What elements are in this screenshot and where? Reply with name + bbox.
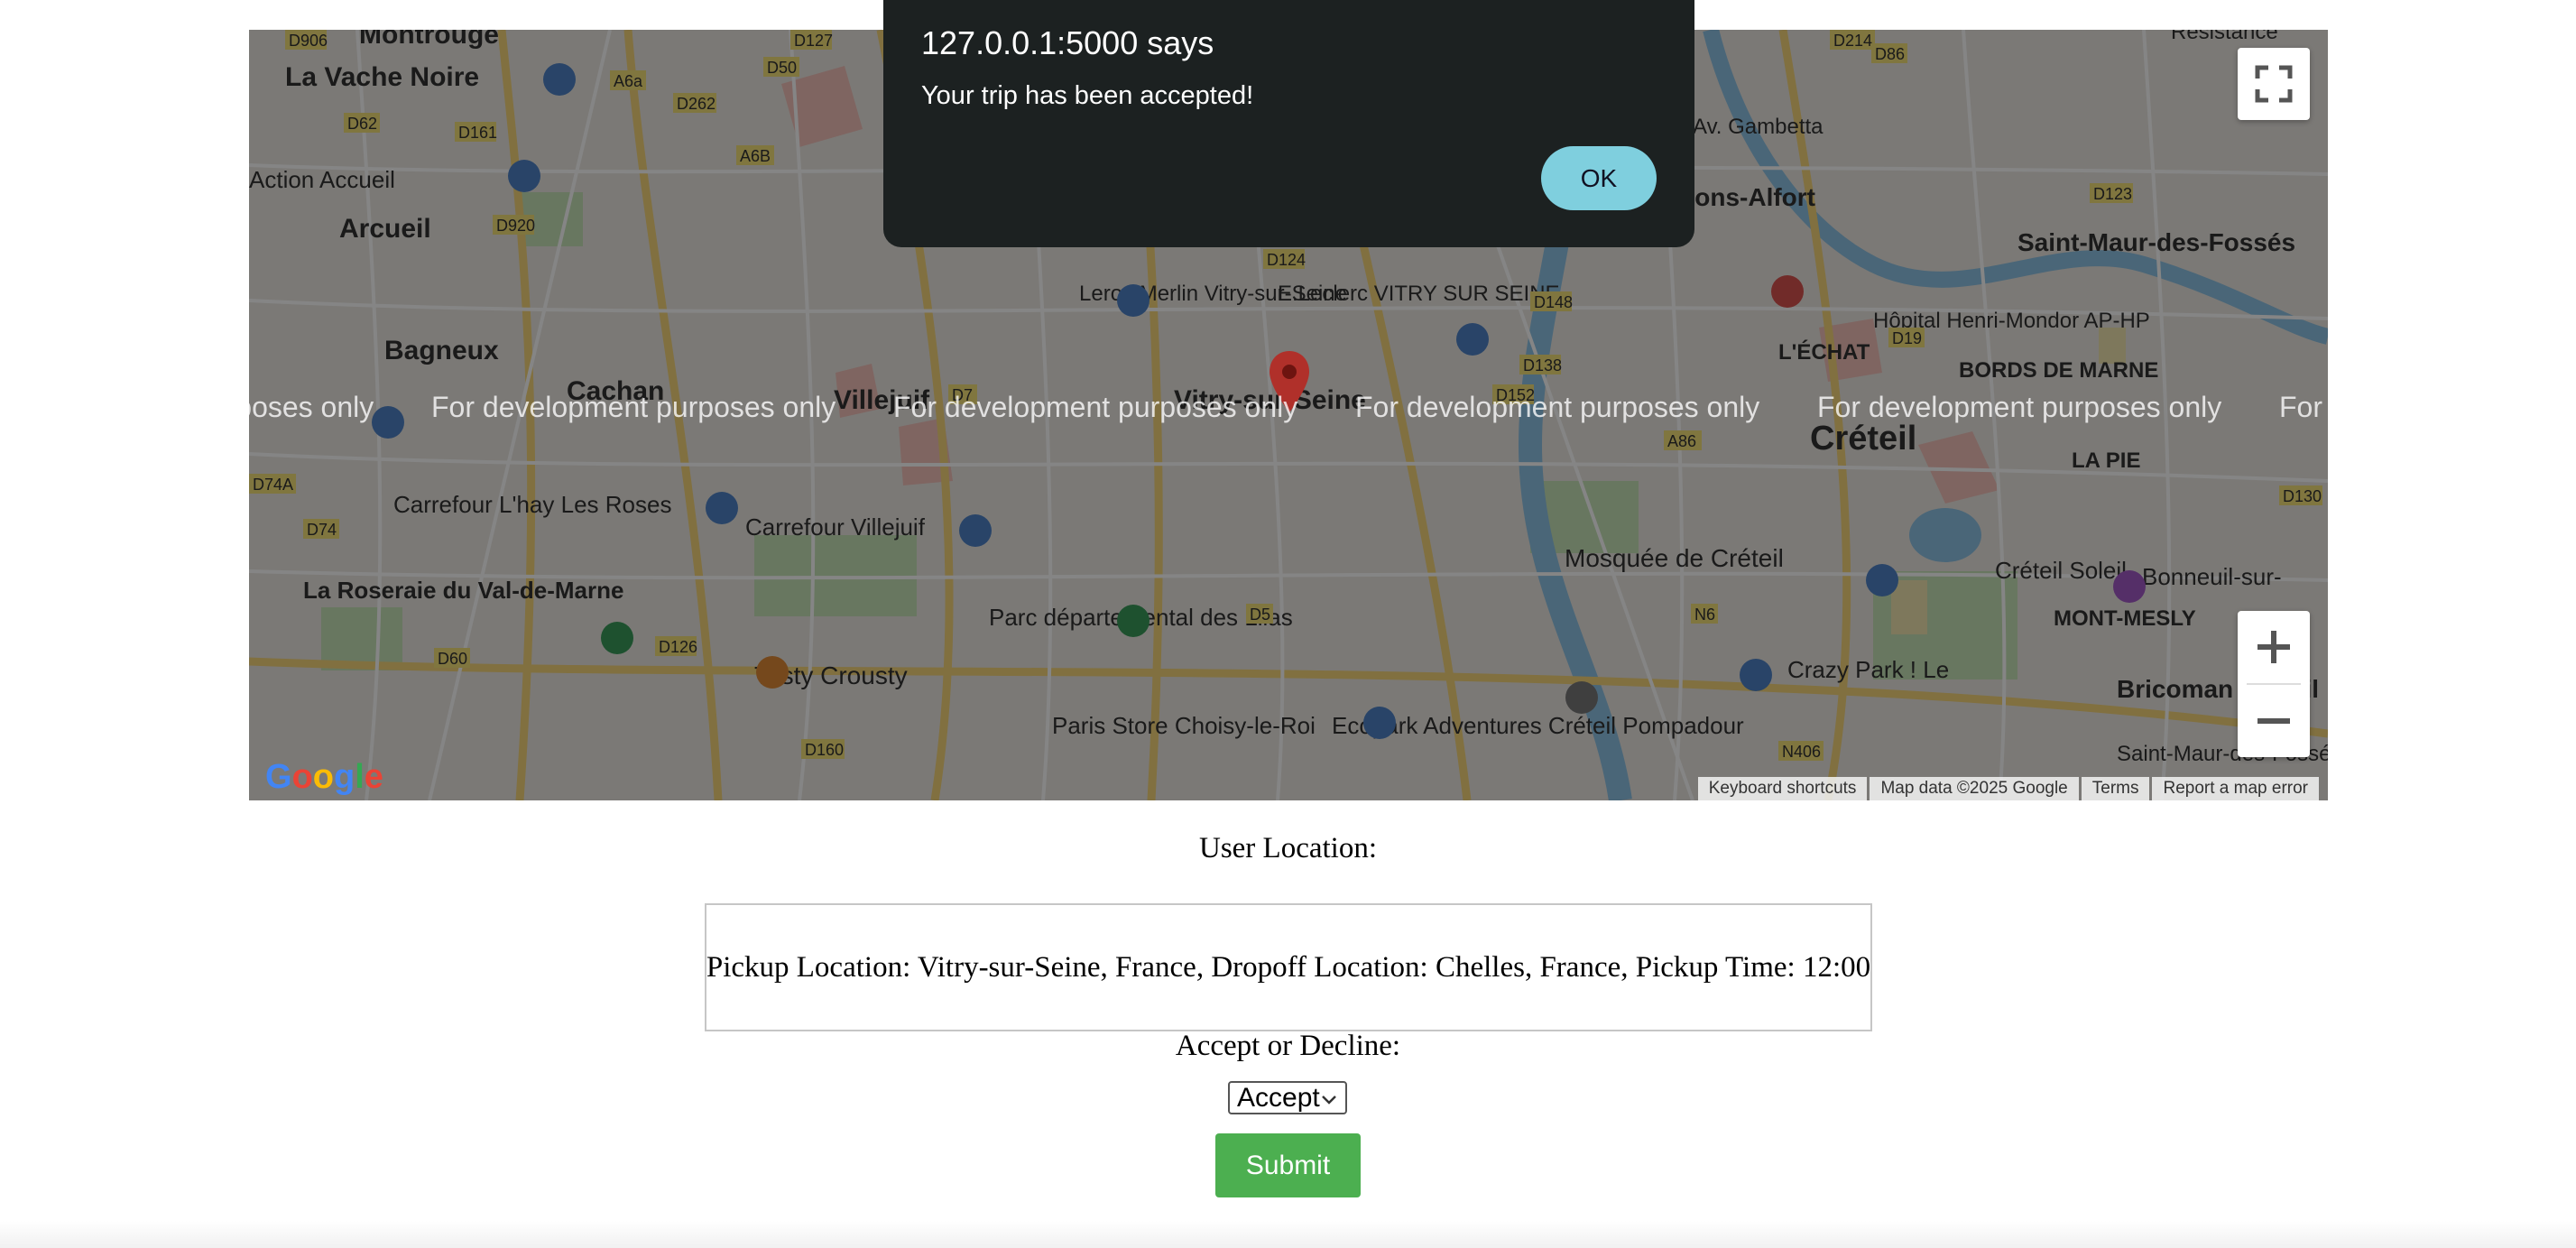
ok-button[interactable]: OK: [1541, 146, 1657, 210]
dialog-message: Your trip has been accepted!: [921, 81, 1254, 110]
alert-dialog: 127.0.0.1:5000 says Your trip has been a…: [883, 0, 1694, 247]
dialog-title: 127.0.0.1:5000 says: [921, 24, 1214, 61]
